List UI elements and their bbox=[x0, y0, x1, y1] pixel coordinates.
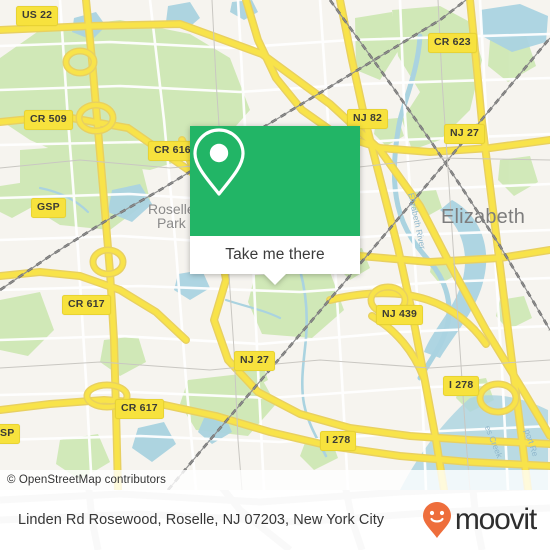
address-text: Linden Rd Rosewood, Roselle, NJ 07203, N… bbox=[18, 512, 385, 528]
map-pin-icon bbox=[193, 128, 245, 196]
moovit-pin-smile-icon bbox=[422, 502, 451, 538]
callout-header bbox=[190, 126, 360, 236]
shield-gsp-south[interactable]: SP bbox=[0, 424, 21, 444]
take-me-there-label: Take me there bbox=[225, 246, 325, 263]
callout-tail bbox=[264, 274, 286, 285]
footer-content: Linden Rd Rosewood, Roselle, NJ 07203, N… bbox=[0, 490, 550, 550]
destination-callout[interactable]: Take me there bbox=[190, 126, 360, 285]
moovit-wordmark: moovit bbox=[454, 503, 537, 536]
shield-i-278-south[interactable]: I 278 bbox=[320, 431, 357, 451]
map-canvas[interactable]: Elizabeth Roselle Park Elizabeth River e… bbox=[0, 0, 550, 490]
moovit-logo[interactable]: moovit bbox=[422, 501, 537, 539]
place-label-park: Park bbox=[156, 215, 186, 231]
osm-attribution-text: © OpenStreetMap contributors bbox=[7, 474, 166, 486]
shield-cr-509[interactable]: CR 509 bbox=[24, 110, 73, 130]
moovit-map-screenshot: Elizabeth Roselle Park Elizabeth River e… bbox=[0, 0, 550, 550]
shield-nj-439[interactable]: NJ 439 bbox=[376, 305, 424, 325]
shield-nj-27-north[interactable]: NJ 27 bbox=[444, 124, 486, 144]
shield-gsp[interactable]: GSP bbox=[31, 198, 66, 218]
shield-us-22[interactable]: US 22 bbox=[16, 6, 59, 26]
shield-cr-617-north[interactable]: CR 617 bbox=[62, 295, 111, 315]
osm-attribution[interactable]: © OpenStreetMap contributors bbox=[0, 470, 550, 490]
place-label-roselle: Roselle bbox=[148, 201, 195, 217]
place-label-roselle-park: Roselle Park bbox=[148, 202, 195, 230]
place-label-elizabeth: Elizabeth bbox=[441, 206, 526, 228]
shield-i-278-east[interactable]: I 278 bbox=[443, 376, 480, 396]
shield-cr-623[interactable]: CR 623 bbox=[428, 33, 477, 53]
shield-nj-27-south[interactable]: NJ 27 bbox=[234, 351, 276, 371]
footer-bar: Linden Rd Rosewood, Roselle, NJ 07203, N… bbox=[0, 490, 550, 550]
callout-footer[interactable]: Take me there bbox=[190, 236, 360, 285]
shield-cr-617-south[interactable]: CR 617 bbox=[115, 399, 164, 419]
